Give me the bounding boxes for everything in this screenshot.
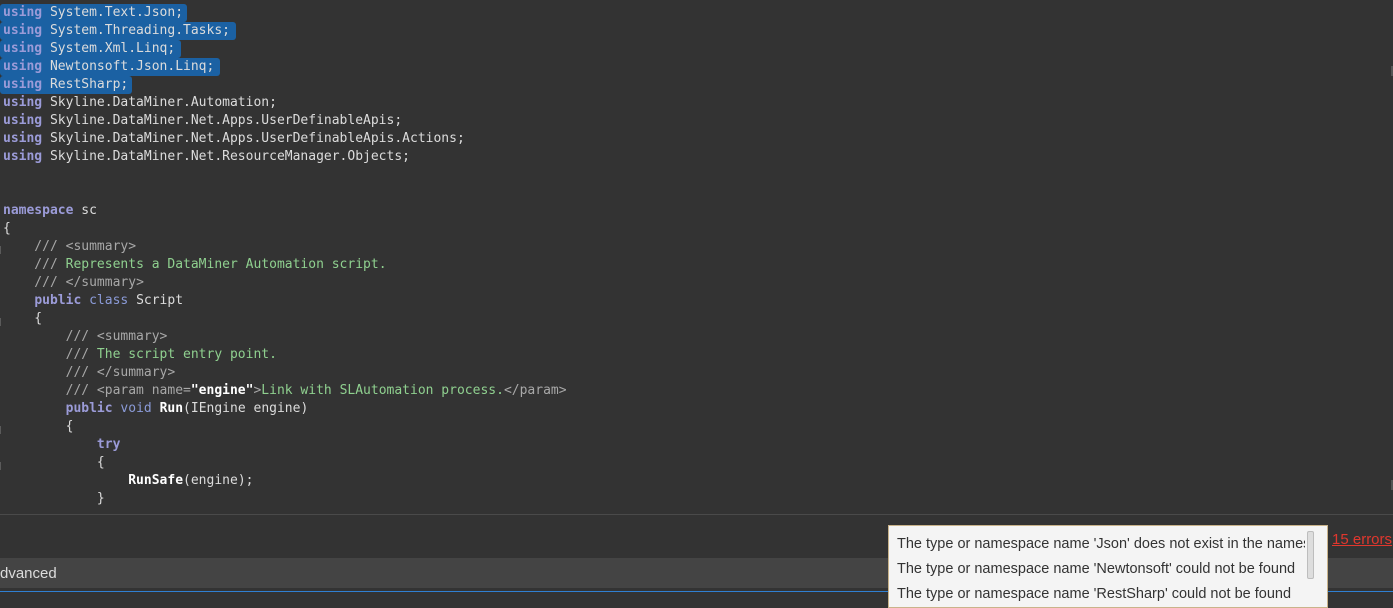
code-line: /// </summary> (3, 275, 144, 290)
fold-marker (0, 426, 1, 434)
error-count-link[interactable]: 15 errors (1332, 531, 1392, 548)
code-line: using System.Text.Json; (3, 5, 184, 20)
code-line: using Skyline.DataMiner.Net.Apps.UserDef… (3, 113, 403, 128)
advanced-label[interactable]: dvanced (0, 565, 57, 583)
code-line: namespace sc (3, 203, 97, 218)
code-line: public void Run(IEngine engine) (65, 401, 309, 416)
code-line: using RestSharp; (3, 77, 129, 92)
code-line: /// Represents a DataMiner Automation sc… (3, 257, 387, 272)
code-line: { (3, 311, 43, 326)
error-item[interactable]: The type or namespace name 'RestSharp' c… (897, 582, 1305, 606)
code-line: { (3, 221, 11, 236)
error-list-scrollbar[interactable] (1307, 531, 1314, 579)
code-line: try (96, 437, 121, 452)
code-line: /// <param name="engine">Link with SLAut… (3, 383, 567, 398)
code-line: { (3, 419, 74, 434)
fold-marker (0, 462, 1, 470)
error-list-popup[interactable]: The type or namespace name 'Json' does n… (888, 525, 1328, 608)
code-line: using Skyline.DataMiner.Net.ResourceMana… (3, 149, 410, 164)
code-line: using Skyline.DataMiner.Automation; (3, 95, 277, 110)
code-line: public class Script (34, 293, 184, 308)
error-item[interactable]: The type or namespace name 'Newtonsoft' … (897, 557, 1305, 581)
code-line: /// <summary> (3, 239, 137, 254)
error-item[interactable]: The type or namespace name 'Json' does n… (897, 532, 1305, 556)
fold-marker (0, 246, 1, 254)
code-editor[interactable]: u using System.Text.Json; using System.T… (0, 0, 1393, 514)
code-line: { (3, 455, 105, 470)
code-line: /// </summary> (3, 365, 176, 380)
code-line: using System.Xml.Linq; (3, 41, 176, 56)
code-line: using System.Threading.Tasks; (3, 23, 230, 38)
code-line-partial: } (3, 491, 105, 506)
code-line: /// <summary> (3, 329, 168, 344)
fold-marker (0, 318, 1, 326)
code-line: using Skyline.DataMiner.Net.Apps.UserDef… (3, 131, 465, 146)
code-line: using Newtonsoft.Json.Linq; (3, 59, 215, 74)
code-line: RunSafe(engine); (128, 473, 254, 488)
code-line: /// The script entry point. (3, 347, 277, 362)
